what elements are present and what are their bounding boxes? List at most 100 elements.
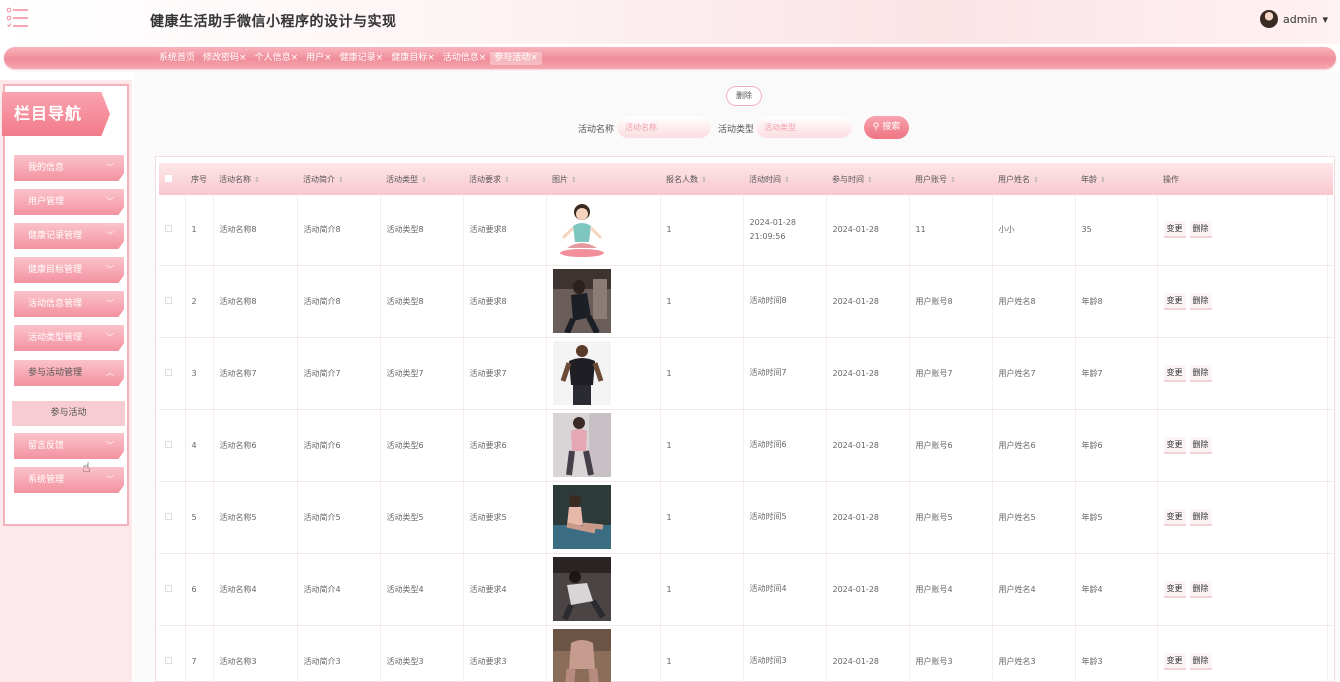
action-cell: 变更 删除 [1157, 195, 1328, 266]
edit-button[interactable]: 变更 [1163, 580, 1186, 598]
cell-name: 活动名称5 [213, 481, 298, 554]
sort-icon[interactable]: ⇕ [1100, 176, 1106, 184]
tab-5[interactable]: 健康目标× [387, 52, 439, 65]
column-header[interactable]: 报名人数 ⇕ [660, 163, 743, 195]
cell-idx: 5 [185, 481, 214, 554]
column-header[interactable]: 活动要求 ⇕ [463, 163, 546, 195]
cell-join: 2024-01-28 [826, 553, 910, 626]
column-header[interactable]: 年龄 ⇕ [1075, 163, 1157, 195]
sort-icon[interactable]: ⇕ [421, 176, 427, 184]
activity-image[interactable] [552, 197, 611, 262]
user-menu[interactable]: admin ▾ [1260, 10, 1328, 28]
select-all-checkbox[interactable] [165, 174, 172, 182]
sidebar-item-0[interactable]: 我的信息 ﹀ [14, 155, 124, 181]
activity-image[interactable] [552, 341, 611, 405]
column-header[interactable]: 参与时间 ⇕ [826, 163, 909, 195]
tab-0[interactable]: 系统首页 [155, 52, 199, 65]
cell-idx: 3 [185, 337, 214, 410]
tab-2[interactable]: 个人信息× [251, 52, 303, 65]
edit-button[interactable]: 变更 [1163, 652, 1186, 670]
bulk-delete-button[interactable]: 删除 [726, 86, 762, 106]
search-icon: ⚲ [872, 122, 880, 132]
tab-6[interactable]: 活动信息× [439, 52, 491, 65]
edit-button[interactable]: 变更 [1163, 292, 1186, 310]
column-header[interactable]: 活动类型 ⇕ [380, 163, 463, 195]
sort-icon[interactable]: ⇕ [784, 176, 790, 184]
activity-type-input[interactable] [756, 116, 852, 138]
delete-button[interactable]: 删除 [1189, 292, 1212, 310]
column-header[interactable]: 用户姓名 ⇕ [992, 163, 1075, 195]
column-header[interactable]: 用户账号 ⇕ [909, 163, 992, 195]
row-checkbox[interactable] [165, 368, 172, 376]
delete-button[interactable]: 删除 [1189, 364, 1212, 382]
activity-image[interactable] [552, 629, 611, 682]
sort-icon[interactable]: ⇕ [1033, 176, 1039, 184]
tab-7[interactable]: 参与活动× [490, 52, 542, 65]
delete-button[interactable]: 删除 [1189, 652, 1212, 670]
cell-type: 活动类型6 [380, 409, 464, 482]
sidebar-item-2[interactable]: 健康记录管理 ﹀ [14, 223, 124, 249]
tab-1[interactable]: 修改密码× [199, 52, 251, 65]
sidebar-item-5[interactable]: 活动类型管理 ﹀ [14, 325, 124, 351]
tab-3[interactable]: 用户× [302, 52, 336, 65]
column-header[interactable]: 图片 ⇕ [546, 163, 660, 195]
delete-button[interactable]: 删除 [1189, 221, 1212, 239]
menu-list-icon[interactable] [6, 6, 30, 30]
row-checkbox[interactable] [165, 656, 172, 664]
edit-button[interactable]: 变更 [1163, 508, 1186, 526]
cell-intro: 活动简介8 [297, 265, 381, 338]
activity-image[interactable] [552, 557, 611, 621]
table-header: 序号 活动名称 ⇕ 活动简介 ⇕ 活动类型 ⇕ 活动要求 ⇕ 图片 ⇕ 报名人数 ⇕ 活动时间 ⇕ 参与时间 ⇕… [159, 163, 1333, 195]
activity-name-input[interactable] [617, 116, 711, 138]
sort-icon[interactable]: ⇕ [571, 176, 577, 184]
sort-icon[interactable]: ⇕ [950, 176, 956, 184]
cell-name: 活动名称8 [213, 265, 298, 338]
sidebar-item-label: 用户管理 [28, 197, 65, 207]
activity-image[interactable] [552, 485, 611, 549]
row-checkbox[interactable] [165, 440, 172, 448]
row-checkbox[interactable] [165, 225, 172, 233]
row-checkbox[interactable] [165, 512, 172, 520]
column-header-label: 报名人数 [666, 174, 698, 184]
activity-name-label: 活动名称 [578, 125, 615, 135]
row-spacer [1327, 337, 1333, 410]
column-header[interactable]: 活动简介 ⇕ [297, 163, 380, 195]
row-checkbox-cell [159, 409, 186, 482]
row-checkbox[interactable] [165, 296, 172, 304]
cell-type: 活动类型8 [380, 265, 464, 338]
search-button[interactable]: ⚲ 搜索 [864, 116, 909, 139]
sort-icon[interactable]: ⇕ [867, 176, 873, 184]
cell-account: 用户账号5 [909, 481, 993, 554]
tab-4[interactable]: 健康记录× [336, 52, 388, 65]
activity-image[interactable] [552, 413, 611, 477]
row-checkbox[interactable] [165, 584, 172, 592]
sidebar-item-3[interactable]: 健康目标管理 ﹀ [14, 257, 124, 283]
sidebar-item-6[interactable]: 参与活动管理 ︿ [14, 360, 124, 386]
delete-button[interactable]: 删除 [1189, 580, 1212, 598]
sort-icon[interactable]: ⇕ [701, 176, 707, 184]
sort-icon[interactable]: ⇕ [254, 176, 260, 184]
activity-image[interactable] [552, 269, 611, 333]
row-checkbox-cell [159, 625, 186, 682]
cell-account: 用户账号8 [909, 265, 993, 338]
edit-button[interactable]: 变更 [1163, 364, 1186, 382]
column-header[interactable]: 活动时间 ⇕ [743, 163, 826, 195]
sidebar-subitem-join-activity[interactable]: 参与活动 [12, 401, 125, 426]
column-header[interactable]: 活动名称 ⇕ [213, 163, 297, 195]
delete-button[interactable]: 删除 [1189, 436, 1212, 454]
sort-icon[interactable]: ⇕ [338, 176, 344, 184]
column-header-label: 用户姓名 [998, 174, 1030, 184]
cell-age: 年龄5 [1075, 481, 1158, 554]
sidebar-item-4[interactable]: 活动信息管理 ﹀ [14, 291, 124, 317]
sort-icon[interactable]: ⇕ [504, 176, 510, 184]
sidebar-item-7[interactable]: 留言反馈 ﹀ [14, 433, 124, 459]
image-cell [546, 625, 661, 682]
sidebar-item-8[interactable]: 系统管理 ﹀ [14, 467, 124, 493]
edit-button[interactable]: 变更 [1163, 221, 1186, 239]
sidebar-item-1[interactable]: 用户管理 ﹀ [14, 189, 124, 215]
delete-button[interactable]: 删除 [1189, 508, 1212, 526]
header-spacer [1327, 163, 1333, 195]
edit-button[interactable]: 变更 [1163, 436, 1186, 454]
chevron-down-icon: ﹀ [106, 231, 114, 240]
cell-req: 活动要求5 [463, 481, 547, 554]
